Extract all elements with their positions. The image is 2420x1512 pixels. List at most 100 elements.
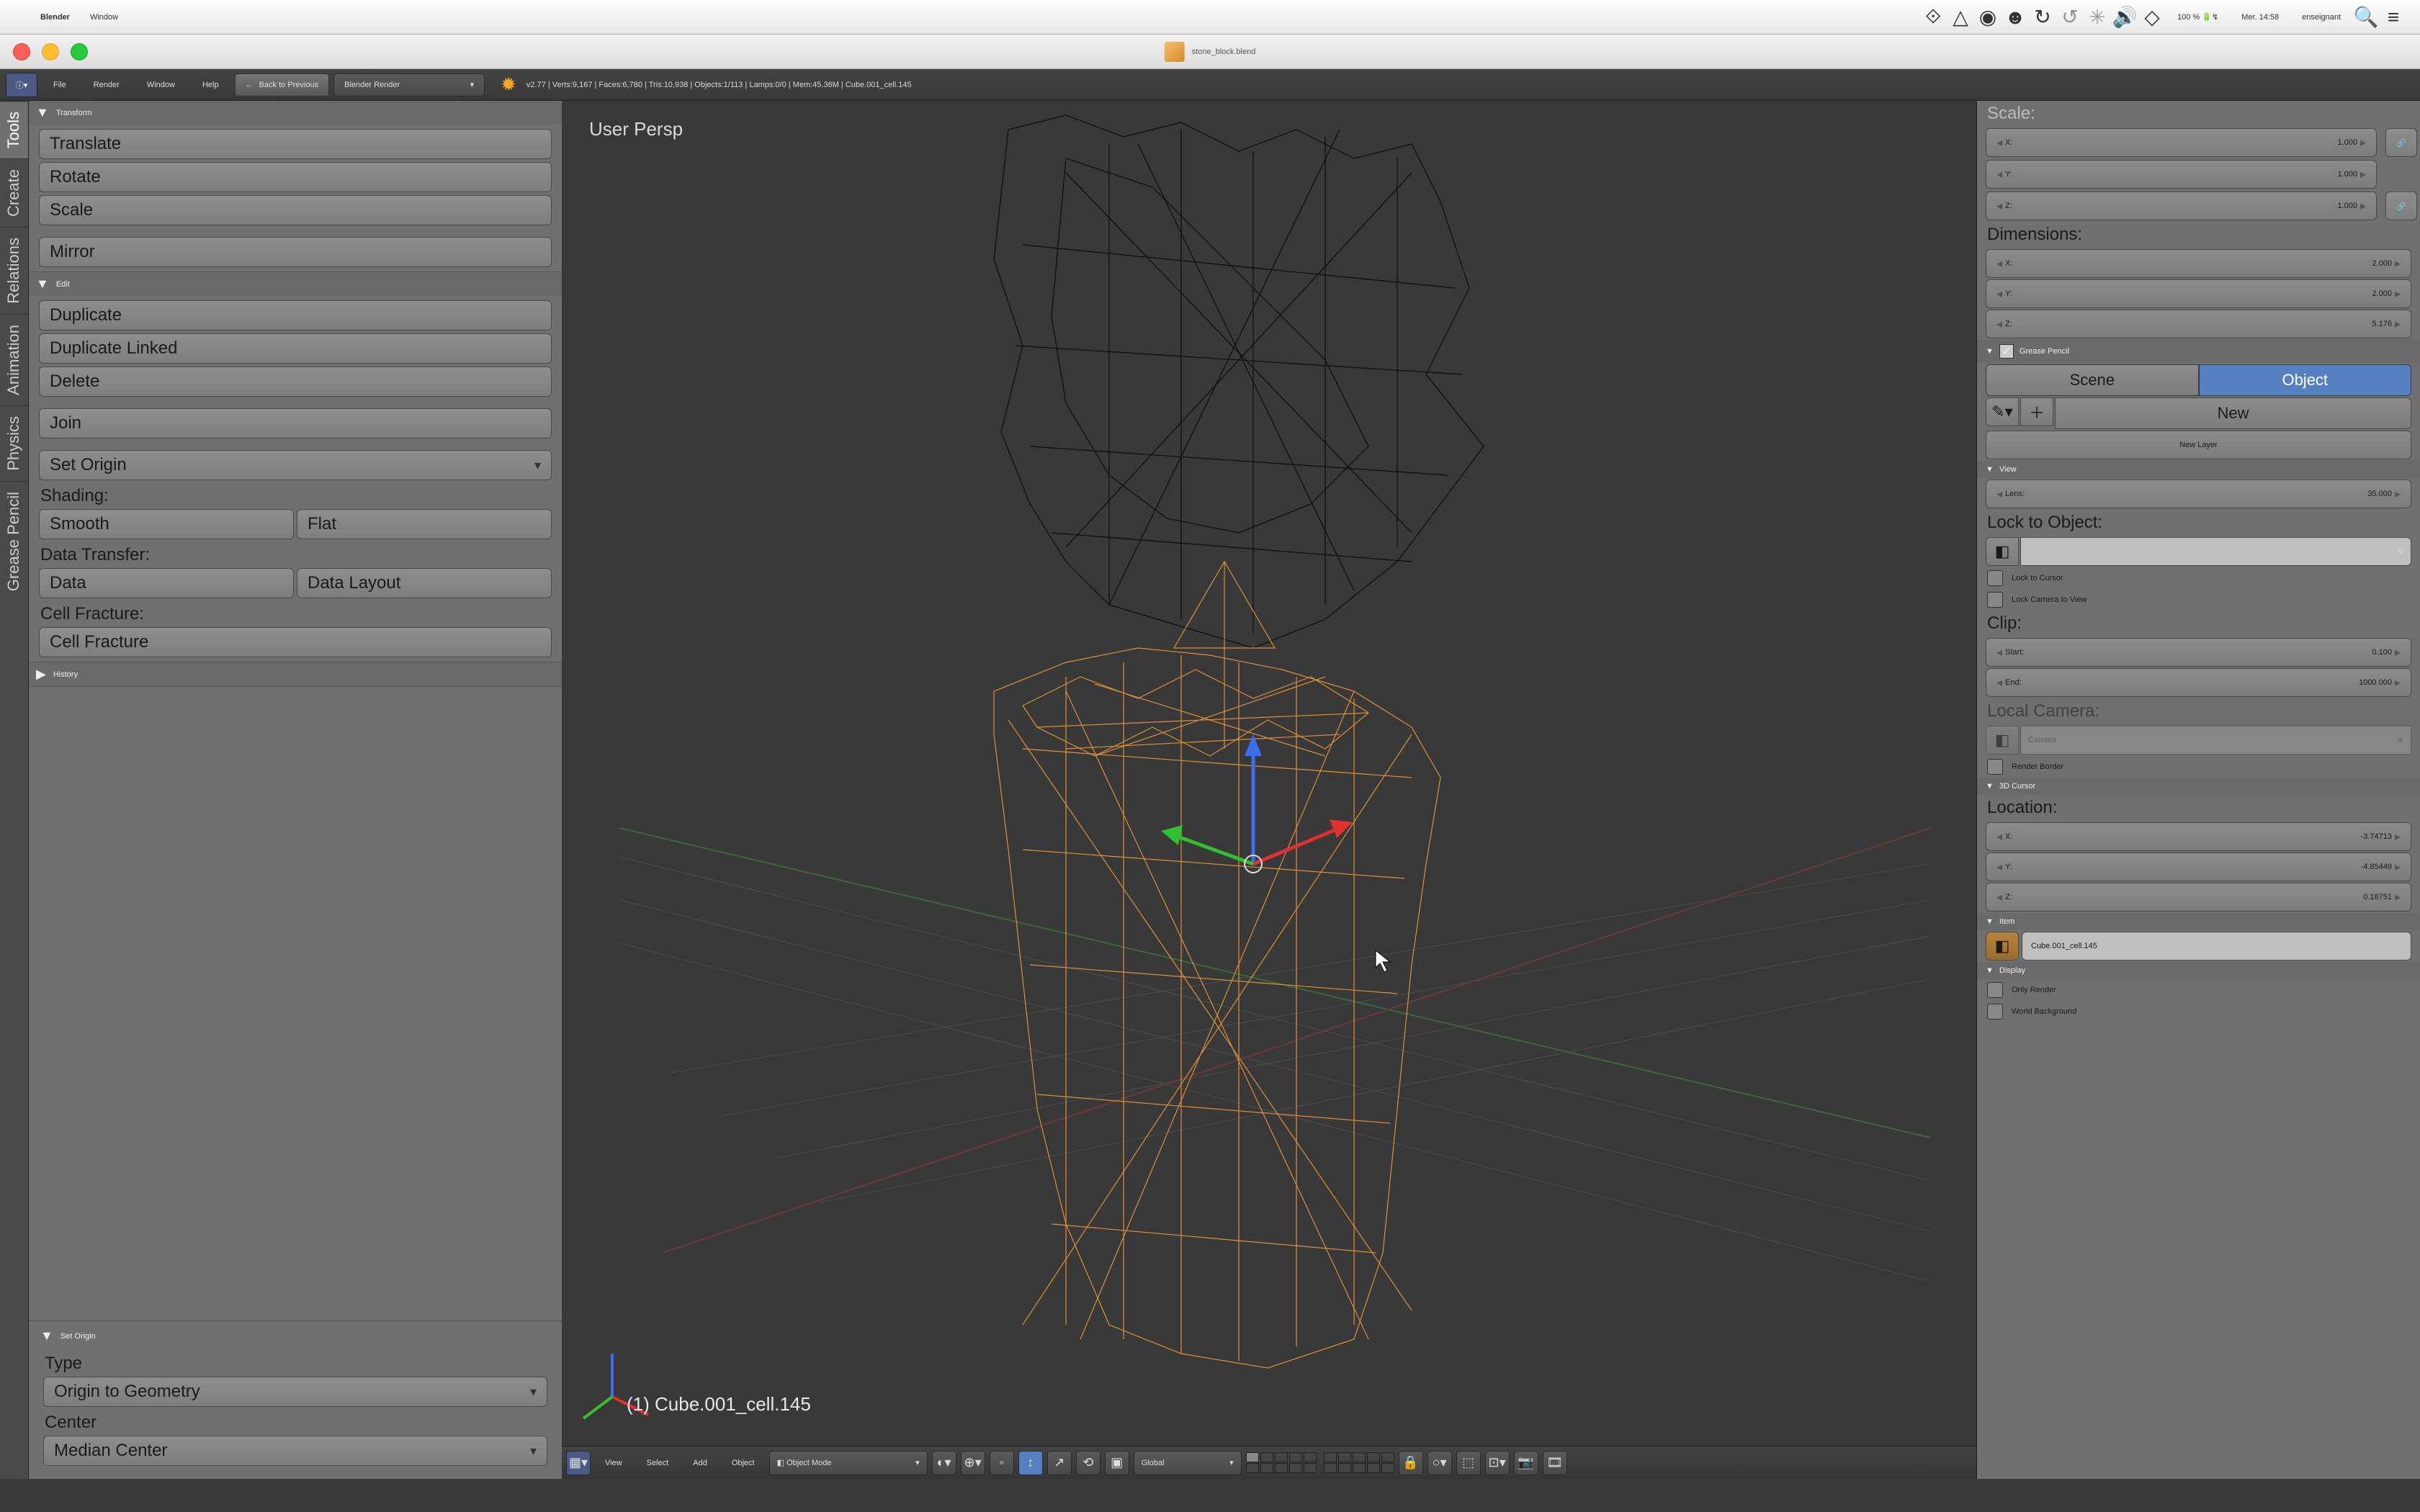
orientation-select[interactable]: Global▾	[1134, 1451, 1242, 1475]
clock[interactable]: Mer. 14:58	[2241, 13, 2279, 22]
cursor-y-field[interactable]: ◂Y:-4.85449▸	[1986, 852, 2411, 881]
render-engine-select[interactable]: Blender Render▾	[333, 73, 485, 96]
mirror-button[interactable]: Mirror	[39, 237, 552, 267]
menu-help[interactable]: Help	[191, 81, 230, 89]
gp-object-tab[interactable]: Object	[2199, 364, 2412, 396]
mode-select[interactable]: ◧ Object Mode▾	[769, 1451, 928, 1475]
sync-icon[interactable]: ↻	[2029, 5, 2056, 29]
manipulator-translate-icon[interactable]: ↗	[1047, 1451, 1072, 1475]
proportional-edit-icon[interactable]: ○▾	[1428, 1451, 1452, 1475]
wifi-icon[interactable]: ◇	[2138, 5, 2166, 29]
render-border-check[interactable]: Render Border	[1977, 756, 2420, 778]
minimize-window-button[interactable]	[42, 43, 59, 60]
snap-toggle-icon[interactable]: ⬚	[1456, 1451, 1481, 1475]
view-panel-header[interactable]: ▼View	[1977, 461, 2420, 478]
lock-camera-to-view-check[interactable]: Lock Camera to View	[1977, 589, 2420, 611]
menu-file[interactable]: File	[42, 81, 78, 89]
cursor-panel-header[interactable]: ▼3D Cursor	[1977, 778, 2420, 795]
clip-start-field[interactable]: ◂Start:0.100▸	[1986, 638, 2411, 667]
dim-z-field[interactable]: ◂Z:5.176▸	[1986, 310, 2411, 338]
scale-lock-icon[interactable]: 🔗	[2385, 128, 2417, 157]
grease-pencil-header[interactable]: ▼✓Grease Pencil	[1977, 340, 2420, 363]
menu-window[interactable]: Window	[135, 81, 187, 89]
lens-field[interactable]: ◂Lens:35.000▸	[1986, 480, 2411, 508]
gp-scene-tab[interactable]: Scene	[1986, 364, 2199, 396]
join-button[interactable]: Join	[39, 408, 552, 438]
item-panel-header[interactable]: ▼Item	[1977, 913, 2420, 930]
clear-icon[interactable]: ✕	[2397, 736, 2403, 745]
back-to-previous-button[interactable]: ← Back to Previous	[235, 73, 330, 96]
layers-widget[interactable]	[1246, 1452, 1394, 1473]
tab-grease-pencil[interactable]: Grease Pencil	[0, 481, 28, 601]
item-name-field[interactable]: Cube.001_cell.145	[2022, 932, 2411, 960]
close-window-button[interactable]	[13, 43, 30, 60]
set-origin-dropdown[interactable]: Set Origin	[39, 450, 552, 480]
tab-animation[interactable]: Animation	[0, 314, 28, 405]
panel-history-header[interactable]: ▶History	[29, 662, 562, 686]
menubar-window[interactable]: Window	[90, 13, 118, 22]
menubar-app-name[interactable]: Blender	[40, 13, 70, 22]
dim-x-field[interactable]: ◂X:2.000▸	[1986, 249, 2411, 278]
duplicate-button[interactable]: Duplicate	[39, 300, 552, 330]
delete-button[interactable]: Delete	[39, 366, 552, 397]
duplicate-linked-button[interactable]: Duplicate Linked	[39, 333, 552, 364]
app-icon[interactable]: ☻	[2002, 6, 2029, 29]
tab-physics[interactable]: Physics	[0, 405, 28, 481]
manipulator-toggle-icon[interactable]: ↕	[1018, 1451, 1043, 1475]
scale-z-field[interactable]: ◂Z:1.000▸	[1986, 192, 2377, 220]
volume-icon[interactable]: 🔊	[2111, 5, 2138, 29]
viewport-shading-icon[interactable]: ◐▾	[932, 1451, 956, 1475]
manipulator-rotate-icon[interactable]: ⟲	[1076, 1451, 1101, 1475]
editor-type-3dview-icon[interactable]: ▦▾	[566, 1451, 591, 1475]
panel-transform-header[interactable]: ▼Transform	[29, 101, 562, 125]
lock-to-cursor-check[interactable]: Lock to Cursor	[1977, 567, 2420, 589]
bluetooth-icon[interactable]: ✳	[2084, 5, 2111, 29]
manipulator-scale-icon[interactable]: ▣	[1105, 1451, 1129, 1475]
display-panel-header[interactable]: ▼Display	[1977, 962, 2420, 979]
timemachine-icon[interactable]: ↺	[2056, 5, 2084, 29]
cursor-z-field[interactable]: ◂Z:0.18751▸	[1986, 883, 2411, 912]
vh-object-menu[interactable]: Object	[722, 1459, 765, 1467]
dropbox-icon[interactable]: ⟐	[1919, 5, 1947, 29]
pivot-point-icon[interactable]: ⊕▾	[961, 1451, 985, 1475]
menu-render[interactable]: Render	[82, 81, 131, 89]
lock-object-cube-icon[interactable]: ◧	[1986, 537, 2019, 566]
zoom-window-button[interactable]	[71, 43, 88, 60]
data-button[interactable]: Data	[39, 568, 294, 598]
op-center-select[interactable]: Median Center	[43, 1436, 547, 1466]
opengl-anim-icon[interactable]: 🎞	[1543, 1451, 1567, 1475]
snap-element-icon[interactable]: ⊡▾	[1485, 1451, 1510, 1475]
battery-status[interactable]: 100 % 🔋↯	[2177, 12, 2218, 22]
translate-button[interactable]: Translate	[39, 129, 552, 159]
vh-add-menu[interactable]: Add	[683, 1459, 717, 1467]
lock-object-field[interactable]: ✎	[2020, 537, 2411, 566]
gp-new-layer-button[interactable]: New Layer	[1986, 431, 2411, 459]
shade-flat-button[interactable]: Flat	[297, 509, 552, 539]
cursor-x-field[interactable]: ◂X:-3.74713▸	[1986, 822, 2411, 851]
panel-edit-header[interactable]: ▼Edit	[29, 272, 562, 296]
opengl-render-icon[interactable]: 📷	[1514, 1451, 1538, 1475]
editor-type-info-icon[interactable]: ⓘ▾	[6, 73, 37, 97]
gp-add-icon[interactable]: ＋	[2020, 397, 2053, 426]
rotate-button[interactable]: Rotate	[39, 162, 552, 192]
gdrive-icon[interactable]: △	[1947, 5, 1974, 29]
3d-viewport[interactable]: User Persp	[562, 101, 1976, 1479]
scale-lock-icon-2[interactable]: 🔗	[2385, 192, 2417, 220]
scale-button[interactable]: Scale	[39, 195, 552, 225]
pivot-align-icon[interactable]: ◦	[990, 1451, 1014, 1475]
lock-layers-icon[interactable]: 🔒	[1399, 1451, 1423, 1475]
tab-create[interactable]: Create	[0, 158, 28, 227]
notifications-icon[interactable]: ≡	[2380, 6, 2407, 29]
scale-x-field[interactable]: ◂X:1.000▸	[1986, 128, 2377, 157]
op-type-select[interactable]: Origin to Geometry	[43, 1377, 547, 1407]
data-layout-button[interactable]: Data Layout	[297, 568, 552, 598]
dim-y-field[interactable]: ◂Y:2.000▸	[1986, 279, 2411, 308]
operator-header[interactable]: ▼Set Origin	[29, 1324, 562, 1348]
only-render-check[interactable]: Only Render	[1977, 979, 2420, 1001]
scale-y-field[interactable]: ◂Y:1.000▸	[1986, 160, 2377, 189]
clip-end-field[interactable]: ◂End:1000.000▸	[1986, 668, 2411, 697]
vh-select-menu[interactable]: Select	[637, 1459, 679, 1467]
tab-relations[interactable]: Relations	[0, 227, 28, 314]
spotlight-icon[interactable]: 🔍	[2352, 5, 2380, 29]
gp-datablock-icon[interactable]: ✎▾	[1986, 397, 2019, 426]
